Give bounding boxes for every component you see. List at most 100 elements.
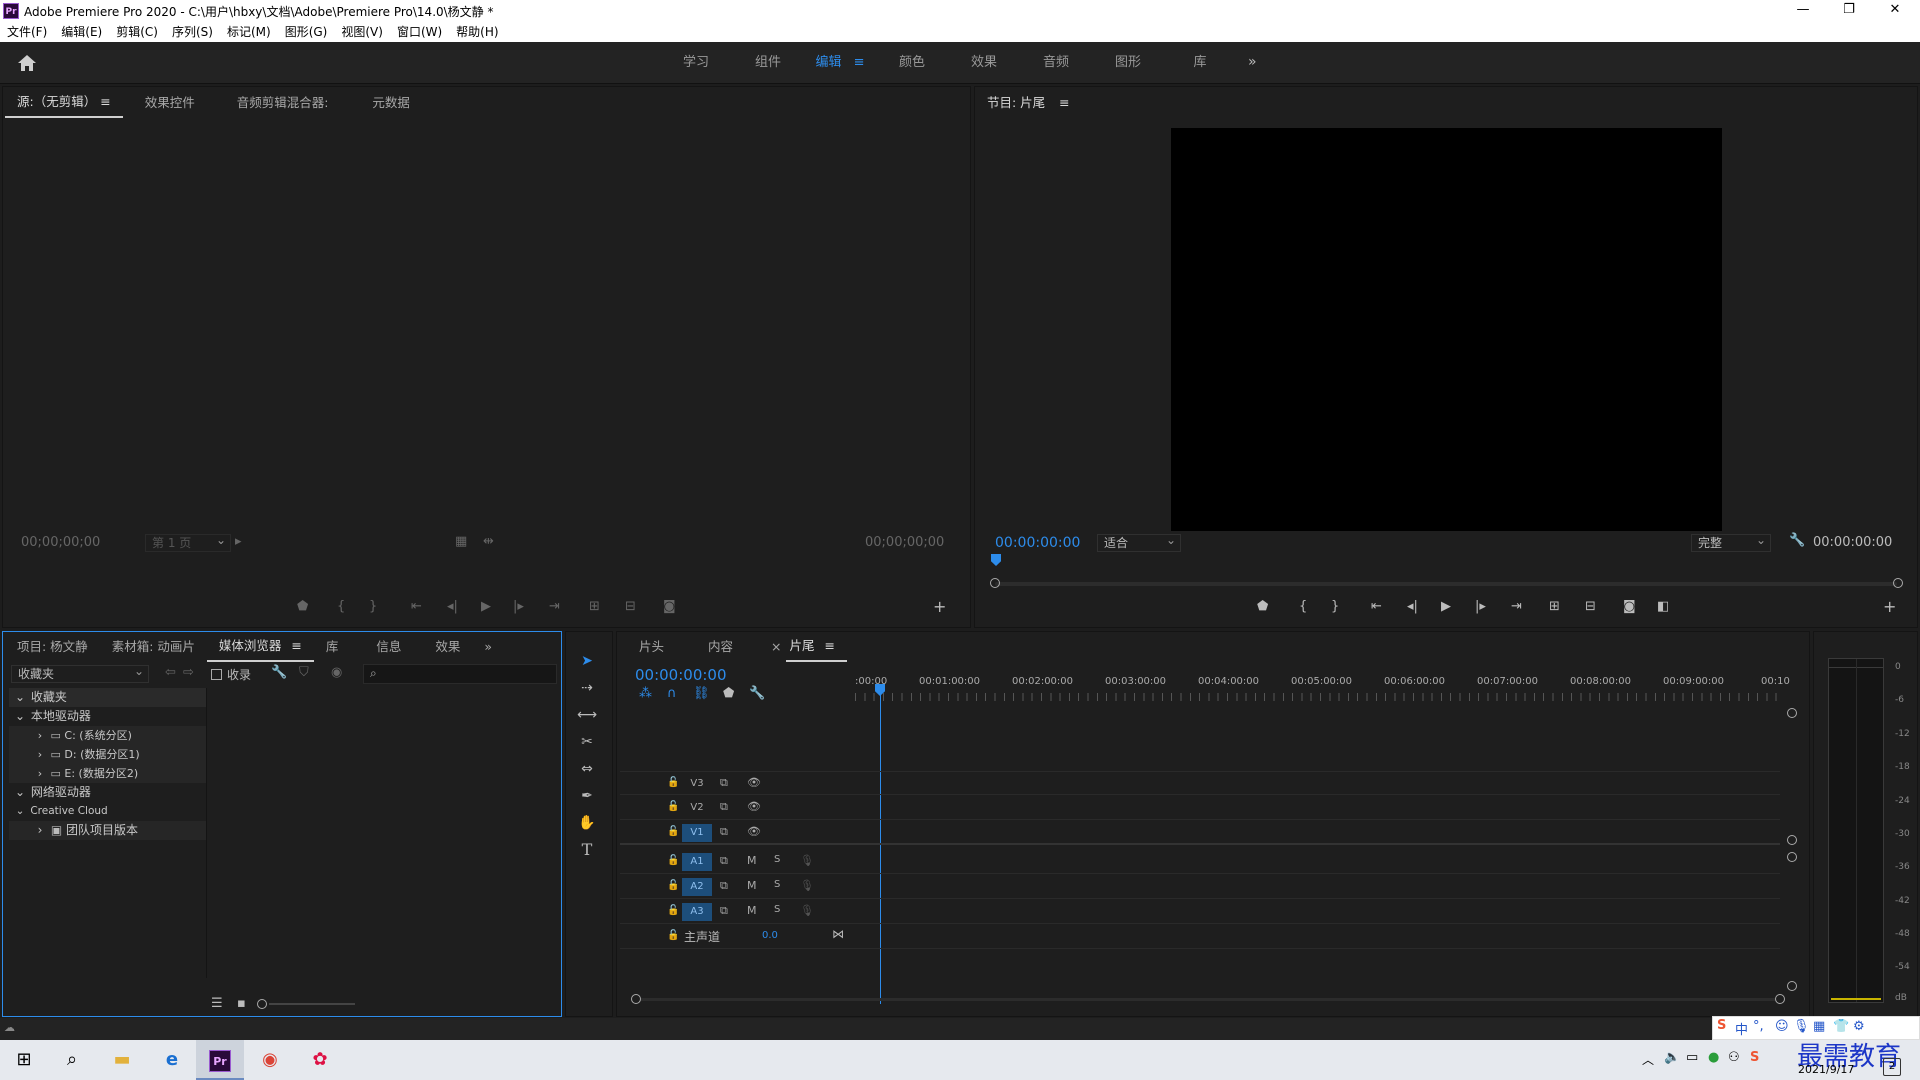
workspace-tab-libraries[interactable]: 库 — [1164, 42, 1236, 84]
notification-center-icon[interactable]: 2 — [1883, 1058, 1901, 1076]
punctuation-icon[interactable]: °, — [1753, 1019, 1764, 1034]
menu-window[interactable]: 窗口(W) — [390, 22, 449, 42]
workspace-tab-effects[interactable]: 效果 — [948, 42, 1020, 84]
source-timecode-left[interactable]: 00;00;00;00 — [21, 535, 100, 550]
restore-button[interactable]: ❐ — [1826, 0, 1872, 22]
next-page-icon[interactable]: ▸ — [235, 534, 242, 549]
sync-lock-icon[interactable]: ⧉ — [720, 879, 728, 893]
source-page-select[interactable]: 第 1 页 — [145, 532, 231, 552]
step-forward-icon[interactable]: |▸ — [513, 599, 524, 614]
menu-clip[interactable]: 剪辑(C) — [109, 22, 165, 42]
sync-lock-icon[interactable]: ⧉ — [720, 800, 728, 814]
play-icon[interactable]: ▶ — [481, 599, 491, 614]
favorite-checkbox[interactable] — [211, 669, 222, 680]
workspace-tab-audio[interactable]: 音频 — [1020, 42, 1092, 84]
lift-icon[interactable]: ⊞ — [1549, 599, 1560, 614]
menu-markers[interactable]: 标记(M) — [220, 22, 278, 42]
export-frame-icon[interactable]: ◙ — [1623, 599, 1636, 614]
comparison-view-icon[interactable]: ◧ — [1657, 599, 1669, 614]
button-editor-icon[interactable]: + — [933, 597, 946, 616]
app-icon[interactable]: ✿ — [296, 1040, 344, 1080]
search-icon[interactable]: ⌕ — [48, 1040, 96, 1080]
more-workspaces-icon[interactable]: » — [1248, 54, 1257, 70]
windows-start-icon[interactable]: ⊞ — [0, 1040, 48, 1080]
chrome-icon[interactable]: ◉ — [246, 1040, 294, 1080]
premiere-taskbar-icon[interactable]: Pr — [196, 1040, 244, 1080]
show-hidden-icons-icon[interactable]: ︿ — [1642, 1051, 1654, 1068]
audio-scroll-top-handle[interactable] — [1787, 852, 1797, 862]
program-scrub-bar[interactable] — [995, 582, 1897, 586]
workspace-tab-assembly[interactable]: 组件 — [732, 42, 804, 84]
track-label[interactable]: A1 — [682, 853, 712, 871]
add-marker-icon[interactable]: ⬟ — [723, 686, 734, 701]
workspace-tab-learn[interactable]: 学习 — [660, 42, 732, 84]
workspace-menu-icon[interactable]: ≡ — [854, 55, 865, 70]
tree-item-network-drives[interactable]: ⌄ 网络驱动器 — [9, 783, 206, 802]
track-label[interactable]: V2 — [682, 799, 712, 817]
lock-icon[interactable]: 🔓 — [667, 930, 679, 941]
tab-project[interactable]: 项目: 杨文静 — [5, 633, 100, 661]
mark-in-icon[interactable]: { — [337, 599, 345, 614]
solo-button[interactable]: S — [774, 904, 780, 915]
tree-item-team-projects[interactable]: › ▣ 团队项目版本 — [9, 821, 206, 840]
master-volume-value[interactable]: 0.0 — [762, 930, 778, 941]
track-label[interactable]: V3 — [682, 775, 712, 793]
slip-tool-icon[interactable]: ⇔ — [576, 758, 598, 780]
mute-button[interactable]: M — [747, 854, 757, 867]
workspace-tab-graphics[interactable]: 图形 — [1092, 42, 1164, 84]
thumbnail-zoom-slider-handle[interactable] — [257, 999, 267, 1009]
timeline-timecode[interactable]: 00:00:00:00 — [635, 666, 727, 684]
menu-graphics[interactable]: 图形(G) — [278, 22, 335, 42]
program-panel-menu-icon[interactable]: ≡ — [1059, 95, 1069, 110]
fit-icon[interactable]: ⇹ — [483, 534, 494, 549]
audio-scroll-bottom-handle[interactable] — [1787, 981, 1797, 991]
extract-icon[interactable]: ⊟ — [1585, 599, 1596, 614]
clock-date[interactable]: 2021/9/17 — [1798, 1063, 1854, 1076]
lock-icon[interactable]: 🔓 — [667, 855, 679, 866]
tree-item-drive-c[interactable]: › ▭ C: (系统分区) — [9, 726, 206, 745]
track-row-v1[interactable]: 🔓 V1 ⧉ 👁 — [620, 821, 1780, 845]
eye-icon[interactable]: 👁 — [747, 825, 761, 838]
step-back-icon[interactable]: ◂| — [447, 599, 458, 614]
keyboard-icon[interactable]: ▦ — [1813, 1019, 1825, 1034]
more-panels-icon[interactable]: » — [472, 633, 504, 661]
selection-tool-icon[interactable]: ➤ — [576, 650, 598, 672]
nest-icon[interactable]: ⁂ — [639, 686, 652, 701]
zoom-end-handle[interactable] — [1775, 994, 1785, 1004]
track-select-tool-icon[interactable]: ⇢ — [576, 677, 598, 699]
sync-lock-icon[interactable]: ⧉ — [720, 776, 728, 790]
track-label[interactable]: A3 — [682, 903, 712, 921]
tree-item-drive-e[interactable]: › ▭ E: (数据分区2) — [9, 764, 206, 783]
sync-lock-icon[interactable]: ⧉ — [720, 825, 728, 839]
solo-button[interactable]: S — [774, 879, 780, 890]
volume-icon[interactable]: 🔈 — [1664, 1050, 1680, 1065]
track-row-v3[interactable]: 🔓 V3 ⧉ 👁 — [620, 771, 1780, 795]
hand-tool-icon[interactable]: ✋ — [576, 812, 598, 834]
tab-effects[interactable]: 效果 — [423, 633, 472, 661]
tab-bin[interactable]: 素材箱: 动画片 — [100, 633, 207, 661]
track-row-a3[interactable]: 🔓 A3 ⧉ M S 🎙 — [620, 900, 1780, 924]
tree-item-favorites[interactable]: ⌄ 收藏夹 — [9, 688, 206, 707]
forward-arrow-icon[interactable]: ⇨ — [183, 665, 194, 680]
go-to-in-icon[interactable]: ⇤ — [1371, 599, 1382, 614]
media-browser-menu-icon[interactable]: ≡ — [291, 638, 301, 653]
tab-audio-clip-mixer[interactable]: 音频剪辑混合器: — [225, 89, 341, 117]
mark-in-icon[interactable]: { — [1299, 599, 1307, 614]
workspace-tab-editing[interactable]: 编辑 ≡ — [804, 42, 876, 84]
tree-item-drive-d[interactable]: › ▭ D: (数据分区1) — [9, 745, 206, 764]
lock-icon[interactable]: 🔓 — [667, 826, 679, 837]
add-marker-icon[interactable]: ⬟ — [297, 599, 308, 614]
ime-mode-label[interactable]: 中 — [1735, 1019, 1748, 1038]
mark-out-icon[interactable]: } — [1331, 599, 1339, 614]
tree-item-local-drives[interactable]: ⌄ 本地驱动器 — [9, 707, 206, 726]
location-select[interactable]: 收藏夹 — [11, 663, 149, 683]
icon-view-icon[interactable]: ▪ — [237, 996, 246, 1011]
track-row-v2[interactable]: 🔓 V2 ⧉ 👁 — [620, 796, 1780, 820]
scrub-end-handle[interactable] — [1893, 578, 1903, 588]
track-row-a1[interactable]: 🔓 A1 ⧉ M S 🎙 — [620, 850, 1780, 874]
tab-sequence-intro[interactable]: 片头 — [627, 633, 676, 661]
minimize-button[interactable]: — — [1780, 0, 1826, 22]
voice-icon[interactable]: 🎙 — [1793, 1019, 1810, 1034]
cloud-sync-icon[interactable]: ☁ — [4, 1021, 15, 1034]
zoom-level-select[interactable]: 适合 — [1097, 532, 1181, 552]
